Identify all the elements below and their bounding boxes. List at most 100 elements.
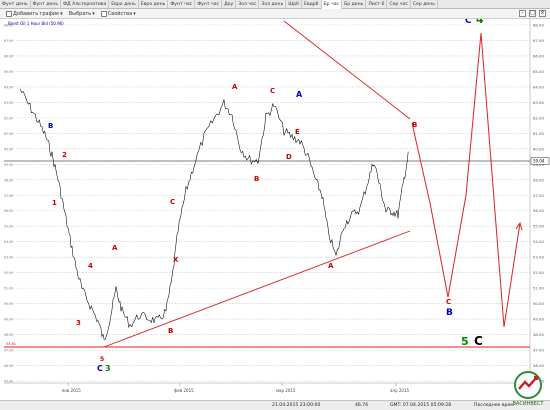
tab-5[interactable]: Фунт час (168, 0, 196, 9)
status-bar: 21.04.2015 23:00:00 46.76 GMT: 07.04.201… (0, 400, 550, 410)
price-tick-label: 47.00 (533, 348, 544, 353)
price-series (19, 88, 409, 341)
wave-label: 1 (52, 199, 57, 207)
price-tick-label: 52.00 (533, 270, 544, 275)
tab-12[interactable]: Бр час (321, 0, 343, 9)
wave-label: A (232, 83, 238, 91)
price-tick-label: 66.00 (533, 53, 544, 58)
price-tick-label-left: 62.00 (4, 116, 13, 120)
price-tick-label-left: 51.00 (4, 287, 13, 291)
price-tick-label: 46.00 (533, 363, 544, 368)
wave-label: D (286, 153, 292, 161)
tab-6[interactable]: Фунт час (195, 0, 223, 9)
wave-label: C (270, 87, 275, 95)
price-tick-label: 61.00 (533, 131, 544, 136)
price-tick-label: 60.00 (533, 146, 544, 151)
price-tick-label-left: 52.00 (4, 271, 13, 275)
price-tick-label: 53.00 (533, 255, 544, 260)
tab-13[interactable]: Бр день (342, 0, 367, 9)
tab-11[interactable]: Евдрб (302, 0, 322, 9)
price-tick-label: 55.00 (533, 224, 544, 229)
tab-15[interactable]: Сер час (387, 0, 411, 9)
tab-7[interactable]: Доу (222, 0, 237, 9)
price-tick-label-left: 60.00 (4, 147, 13, 151)
chart-info: Brent Oil 1 Hour Bid (50.96) (8, 21, 64, 26)
wave-label: 5 (100, 356, 104, 363)
price-tick-label-left: 58.00 (4, 178, 13, 182)
wave-label: C (465, 19, 472, 26)
wave-label: X (173, 256, 179, 264)
wave-label: C (97, 364, 103, 373)
price-tick-label: 64.00 (533, 84, 544, 89)
price-tick-label: 50.00 (533, 301, 544, 306)
price-tick-label-left: 66.00 (4, 54, 13, 58)
uptrend-line (103, 230, 411, 348)
price-chart[interactable]: 68.00 67.00 66.00 65.00 64.00 63.00 62.00 61.00… (0, 13, 550, 399)
price-tick-label: 49.00 (533, 317, 544, 322)
date-tick-label: мар 2015 (276, 388, 296, 393)
tab-1[interactable]: Фунт день (31, 0, 62, 9)
tab-10[interactable]: Шрб (286, 0, 302, 9)
wave-label: C (474, 334, 483, 348)
wave-label: C (170, 198, 175, 206)
price-tick-label-left: 65.00 (4, 70, 13, 74)
wave-label: 4 (88, 262, 93, 270)
date-tick-label: фев 2015 (174, 388, 194, 393)
price-tick-label-left: 64.00 (4, 85, 13, 89)
wave-label: A (112, 244, 118, 252)
price-tick-label-left: 59.00 (4, 163, 13, 167)
wave-label: A (328, 262, 334, 270)
price-tick-label-left: 67.00 (4, 39, 13, 43)
tab-14[interactable]: Лист 6 (366, 0, 388, 9)
date-tick-label: янв 2015 (62, 388, 81, 393)
tab-0[interactable]: Фунт день (0, 0, 31, 9)
status-value: 46.76 (355, 403, 369, 408)
price-tick-label: 63.00 (533, 100, 544, 105)
price-tick-label-left: 50.00 (4, 302, 13, 306)
properties-label: Свойства (107, 10, 133, 17)
tab-4[interactable]: Евро день (139, 0, 169, 9)
price-tick-label-left: 63.00 (4, 101, 13, 105)
wave-label: B (254, 175, 259, 183)
wave-label: 3 (76, 319, 81, 327)
wave-label: 2 (62, 151, 67, 159)
minimize-icon[interactable]: – (519, 10, 526, 17)
select-button[interactable]: Выбрать ▾ (69, 11, 95, 17)
chevron-down-icon: ▾ (92, 10, 95, 17)
tab-9[interactable]: Зол день (259, 0, 287, 9)
price-tick-label: 65.00 (533, 69, 544, 74)
price-tick-label: 51.00 (533, 286, 544, 291)
add-chart-label: Добавить график (13, 10, 60, 17)
tab-3[interactable]: Евро день (109, 0, 139, 9)
price-tick-label-left: 57.00 (4, 194, 13, 198)
maximize-icon[interactable]: □ (529, 10, 536, 17)
window-controls: – □ × (519, 10, 546, 17)
price-tick-label-left: 54.00 (4, 240, 13, 244)
close-icon[interactable]: × (539, 10, 546, 17)
brand-logo: ВАСИНВЕСТ (508, 369, 548, 409)
tab-16[interactable]: Сер день (411, 0, 438, 9)
tab-8[interactable]: Зол час (236, 0, 260, 9)
price-tick-label: 48.00 (533, 332, 544, 337)
price-tick-label: 58.00 (533, 177, 544, 182)
status-time: 21.04.2015 23:00:00 (272, 403, 321, 408)
wave-label: C (446, 298, 451, 306)
chart-canvas[interactable]: 68.00 67.00 66.00 65.00 64.00 63.00 62.00 61.00… (0, 13, 550, 399)
add-chart-button[interactable]: Добавить график ▾ (6, 10, 63, 17)
price-tick-label: 57.00 (533, 193, 544, 198)
wave-label: 3 (105, 364, 111, 373)
price-tick-label-left: 53.00 (4, 256, 13, 260)
tab-2[interactable]: ФД Альтернатива (61, 0, 110, 9)
add-chart-icon (6, 10, 12, 17)
price-tick-label-left: 49.00 (4, 318, 13, 322)
wave-label: A (296, 90, 303, 99)
wave-label: 5 (461, 335, 469, 348)
date-tick-label: апр 2015 (390, 388, 410, 393)
logo-text: ВАСИНВЕСТ (513, 401, 545, 407)
chart-tab-bar: Фунт день Фунт день ФД Альтернатива Евро де… (0, 0, 550, 9)
select-label: Выбрать (68, 10, 92, 17)
status-gmt: GMT: 07.04.2015 05:09:28 (390, 403, 452, 408)
price-tick-label: 67.00 (533, 38, 544, 43)
wave-label: 4 (476, 19, 484, 26)
properties-button[interactable]: Свойства ▾ (100, 10, 136, 17)
